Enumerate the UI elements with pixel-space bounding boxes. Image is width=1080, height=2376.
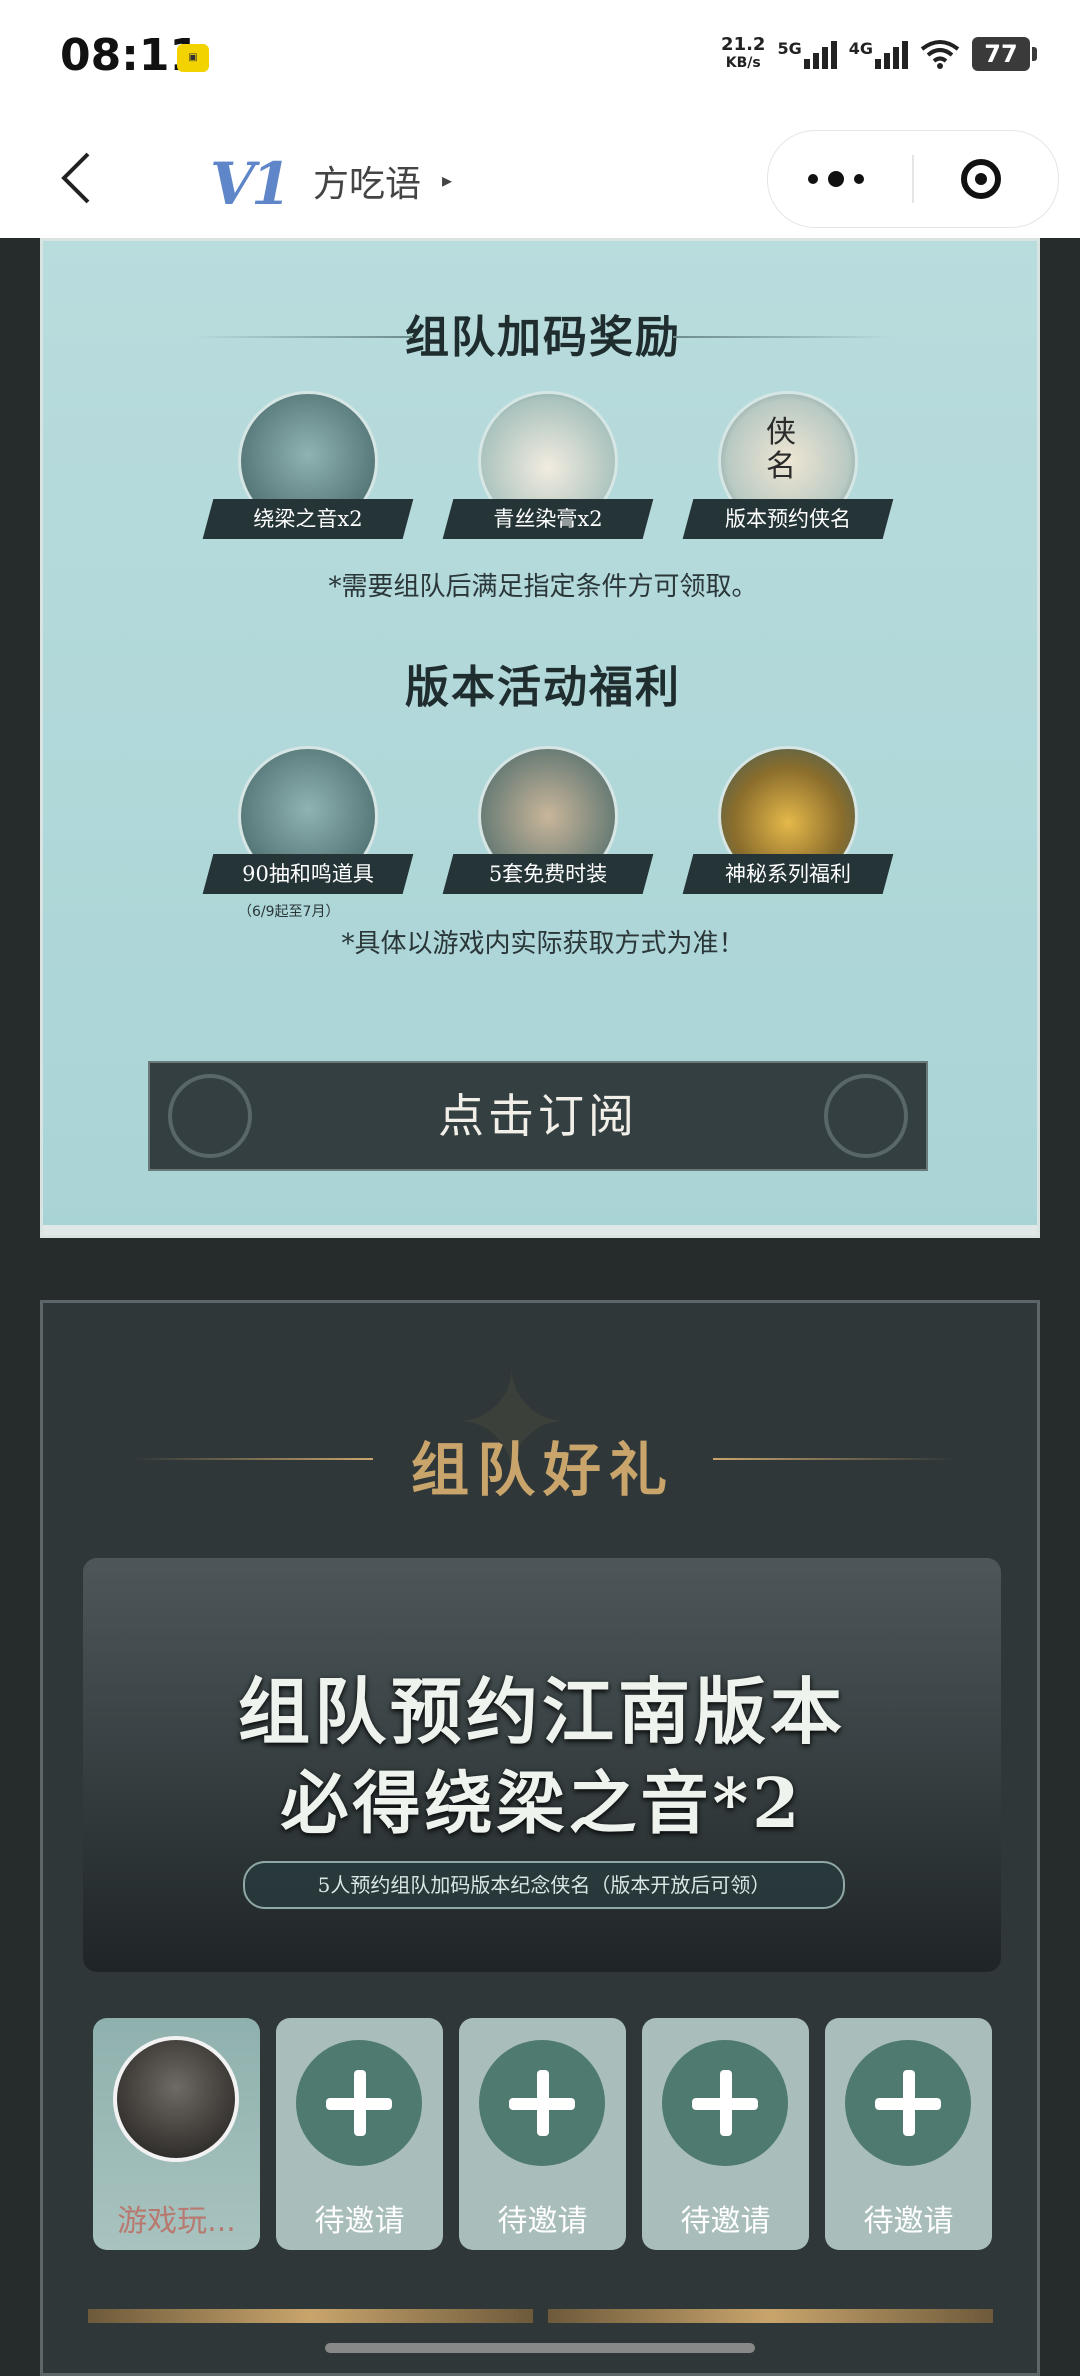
panel-bottom-edge [43, 1225, 1037, 1235]
invite-label: 待邀请 [680, 2204, 771, 2239]
mini-program-capsule [767, 130, 1059, 228]
team-slot-invite[interactable]: 待邀请 [276, 2018, 443, 2250]
plus-icon [845, 2040, 971, 2166]
team-booking-banner[interactable]: 组队预约江南版本 必得绕梁之音*2 5人预约组队加码版本纪念侠名（版本开放后可领… [83, 1558, 1001, 1972]
plus-icon [479, 2040, 605, 2166]
team-slot-invite[interactable]: 待邀请 [459, 2018, 626, 2250]
subscribe-button[interactable]: 点击订阅 [148, 1061, 928, 1171]
reward-item[interactable]: 神秘系列福利 [682, 746, 894, 896]
title-deco-left [193, 336, 413, 338]
reward-item-label: 版本预约侠名 [725, 507, 851, 531]
invite-label: 待邀请 [314, 2204, 405, 2239]
team-slots: 游戏玩... 待邀请 待邀请 待邀请 待邀请 [93, 2018, 992, 2250]
team-reward-note: *需要组队后满足指定条件方可领取。 [328, 572, 758, 602]
plus-icon [296, 2040, 422, 2166]
team-gift-title: 组队好礼 [410, 1436, 675, 1504]
title-deco-right [673, 336, 893, 338]
chevron-left-icon[interactable] [50, 148, 110, 208]
wifi-icon [920, 40, 960, 69]
home-indicator[interactable] [325, 2343, 755, 2353]
reward-item-label: 绕梁之音x2 [253, 507, 363, 531]
team-reward-title: 组队加码奖励 [405, 312, 681, 363]
reward-item-label: 神秘系列福利 [725, 862, 851, 886]
capsule-divider [912, 155, 914, 203]
more-dots-icon[interactable] [808, 161, 864, 197]
plus-icon [662, 2040, 788, 2166]
button-ornament-icon [168, 1074, 252, 1158]
reward-item[interactable]: 侠 名 版本预约侠名 [682, 391, 894, 541]
team-slot-invite[interactable]: 待邀请 [825, 2018, 992, 2250]
status-icons: 21.2 KB/s 5G 4G 77 [721, 34, 1037, 72]
reward-item-subnote: （6/9起至7月） [238, 904, 340, 920]
signal-bars-icon [875, 39, 908, 69]
invite-label: 待邀请 [497, 2204, 588, 2239]
reward-item[interactable]: 90抽和鸣道具 [202, 746, 414, 896]
app-badge-icon: ▣ [177, 44, 209, 72]
rewards-panel: 组队加码奖励 绕梁之音x2 青丝染膏x2 侠 名 版本预约侠名 *需要组队后满足… [40, 238, 1040, 1238]
reward-item[interactable]: 5套免费时装 [442, 746, 654, 896]
battery-indicator: 77 [972, 37, 1037, 71]
miniapp-target-icon[interactable] [961, 159, 1001, 199]
gold-button-edge[interactable] [548, 2309, 993, 2323]
reward-item-label: 90抽和鸣道具 [242, 862, 374, 886]
event-welfare-title: 版本活动福利 [405, 662, 681, 713]
team-gift-panel: ✦ 组队好礼 组队预约江南版本 必得绕梁之音*2 5人预约组队加码版本纪念侠名（… [40, 1300, 1040, 2376]
net-speed: 21.2 KB/s [721, 34, 766, 72]
signal-5g: 5G [777, 39, 837, 69]
gold-button-edge[interactable] [88, 2309, 533, 2323]
team-slot-invite[interactable]: 待邀请 [642, 2018, 809, 2250]
banner-note: 5人预约组队加码版本纪念侠名（版本开放后可领） [243, 1861, 845, 1909]
signal-4g: 4G [849, 39, 908, 69]
banner-headline: 组队预约江南版本 [237, 1669, 846, 1754]
app-name-arrow-icon[interactable]: ▸ [442, 168, 452, 192]
app-logo: V1 [210, 150, 291, 218]
mini-program-navbar: V1 方吃语 ▸ [0, 120, 1080, 238]
status-bar: 08:11 ▣ 21.2 KB/s 5G 4G 77 [0, 0, 1080, 120]
invite-label: 待邀请 [863, 2204, 954, 2239]
avatar [113, 2036, 239, 2162]
team-slot-member[interactable]: 游戏玩... [93, 2018, 260, 2250]
signal-bars-icon [803, 39, 837, 69]
banner-subheadline: 必得绕梁之音*2 [280, 1764, 804, 1844]
member-name: 游戏玩... [117, 2204, 236, 2239]
button-ornament-icon [824, 1074, 908, 1158]
reward-item-label: 5套免费时装 [488, 862, 608, 886]
reward-item[interactable]: 青丝染膏x2 [442, 391, 654, 541]
reward-item-label: 青丝染膏x2 [493, 507, 603, 531]
event-welfare-note: *具体以游戏内实际获取方式为准！ [341, 929, 745, 959]
app-name[interactable]: 方吃语 [313, 155, 421, 207]
reward-item[interactable]: 绕梁之音x2 [202, 391, 414, 541]
